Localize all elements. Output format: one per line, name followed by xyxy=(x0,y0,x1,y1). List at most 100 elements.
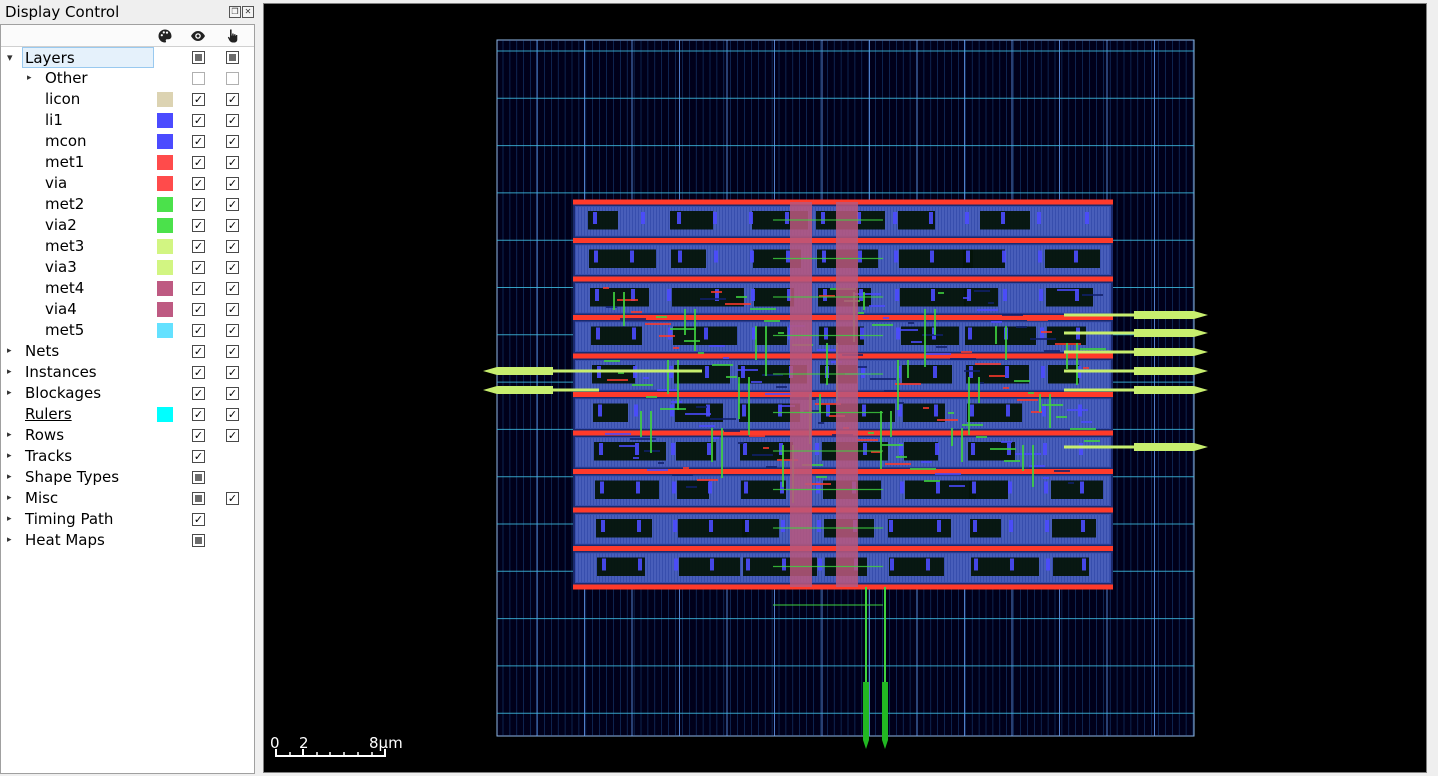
visible-checkbox[interactable]: ✓ xyxy=(192,135,205,148)
tree-row-other[interactable]: ▸ Other xyxy=(1,68,254,89)
visible-checkbox[interactable] xyxy=(192,471,205,484)
tree-row-li1[interactable]: li1 ✓ ✓ xyxy=(1,110,254,131)
pin-stub xyxy=(599,443,603,455)
selectable-checkbox[interactable]: ✓ xyxy=(226,240,239,253)
tree-row-tracks[interactable]: ▸ Tracks ✓ xyxy=(1,446,254,467)
tree-row-layers[interactable]: ▾ Layers xyxy=(1,47,254,68)
visible-checkbox[interactable]: ✓ xyxy=(192,156,205,169)
visible-checkbox[interactable]: ✓ xyxy=(192,408,205,421)
visible-checkbox[interactable]: ✓ xyxy=(192,513,205,526)
tree-row-met2[interactable]: met2 ✓ ✓ xyxy=(1,194,254,215)
collapsed-arrow-icon[interactable]: ▸ xyxy=(7,362,17,383)
collapsed-arrow-icon[interactable]: ▸ xyxy=(27,68,37,89)
color-swatch[interactable] xyxy=(157,239,173,254)
pin-stub xyxy=(745,520,749,532)
visible-checkbox[interactable] xyxy=(192,534,205,547)
visible-checkbox[interactable]: ✓ xyxy=(192,177,205,190)
color-swatch[interactable] xyxy=(157,113,173,128)
visible-checkbox[interactable]: ✓ xyxy=(192,387,205,400)
tree-row-rows[interactable]: ▸ Rows ✓ ✓ xyxy=(1,425,254,446)
selectable-checkbox[interactable]: ✓ xyxy=(226,135,239,148)
expanded-arrow-icon[interactable]: ▾ xyxy=(7,47,17,68)
tree-row-misc[interactable]: ▸ Misc ✓ xyxy=(1,488,254,509)
tree-row-met1[interactable]: met1 ✓ ✓ xyxy=(1,152,254,173)
visible-checkbox[interactable]: ✓ xyxy=(192,450,205,463)
collapsed-arrow-icon[interactable]: ▸ xyxy=(7,467,17,488)
color-swatch[interactable] xyxy=(157,176,173,191)
selectable-checkbox[interactable]: ✓ xyxy=(226,303,239,316)
selectable-checkbox[interactable] xyxy=(226,72,239,85)
tree-row-met3[interactable]: met3 ✓ ✓ xyxy=(1,236,254,257)
tree-row-timing-path[interactable]: ▸ Timing Path ✓ xyxy=(1,509,254,530)
visible-checkbox[interactable] xyxy=(192,492,205,505)
tree-row-rulers[interactable]: Rulers ✓ ✓ xyxy=(1,404,254,425)
visible-checkbox[interactable]: ✓ xyxy=(192,198,205,211)
tree-row-heat-maps[interactable]: ▸ Heat Maps xyxy=(1,530,254,551)
visible-checkbox[interactable]: ✓ xyxy=(192,429,205,442)
visible-checkbox[interactable] xyxy=(192,51,205,64)
selectable-checkbox[interactable] xyxy=(226,51,239,64)
selectable-checkbox[interactable]: ✓ xyxy=(226,219,239,232)
collapsed-arrow-icon[interactable]: ▸ xyxy=(7,488,17,509)
selectable-checkbox[interactable]: ✓ xyxy=(226,156,239,169)
collapsed-arrow-icon[interactable]: ▸ xyxy=(7,425,17,446)
route-segment xyxy=(700,298,726,300)
layout-viewer[interactable]: 0 2 8μm xyxy=(263,3,1427,773)
collapsed-arrow-icon[interactable]: ▸ xyxy=(7,530,17,551)
collapsed-arrow-icon[interactable]: ▸ xyxy=(7,383,17,404)
close-icon[interactable]: ✕ xyxy=(242,6,254,18)
selectable-checkbox[interactable]: ✓ xyxy=(226,429,239,442)
visible-checkbox[interactable]: ✓ xyxy=(192,240,205,253)
selectable-checkbox[interactable]: ✓ xyxy=(226,345,239,358)
tree-row-met4[interactable]: met4 ✓ ✓ xyxy=(1,278,254,299)
color-swatch[interactable] xyxy=(157,323,173,338)
collapsed-arrow-icon[interactable]: ▸ xyxy=(7,341,17,362)
selectable-checkbox[interactable]: ✓ xyxy=(226,93,239,106)
selectable-checkbox[interactable]: ✓ xyxy=(226,324,239,337)
color-swatch[interactable] xyxy=(157,197,173,212)
tree-row-instances[interactable]: ▸ Instances ✓ ✓ xyxy=(1,362,254,383)
selectable-checkbox[interactable]: ✓ xyxy=(226,261,239,274)
selectable-checkbox[interactable]: ✓ xyxy=(226,177,239,190)
visible-checkbox[interactable]: ✓ xyxy=(192,219,205,232)
selectable-checkbox[interactable]: ✓ xyxy=(226,198,239,211)
selectable-checkbox[interactable]: ✓ xyxy=(226,114,239,127)
visible-checkbox[interactable]: ✓ xyxy=(192,93,205,106)
visible-checkbox[interactable]: ✓ xyxy=(192,261,205,274)
tree-row-blockages[interactable]: ▸ Blockages ✓ ✓ xyxy=(1,383,254,404)
color-swatch[interactable] xyxy=(157,302,173,317)
color-swatch[interactable] xyxy=(157,281,173,296)
visible-checkbox[interactable]: ✓ xyxy=(192,345,205,358)
tree-row-via[interactable]: via ✓ ✓ xyxy=(1,173,254,194)
float-icon[interactable]: ❐ xyxy=(229,6,241,18)
tree-row-licon[interactable]: licon ✓ ✓ xyxy=(1,89,254,110)
collapsed-arrow-icon[interactable]: ▸ xyxy=(7,509,17,530)
visible-checkbox[interactable]: ✓ xyxy=(192,114,205,127)
color-swatch[interactable] xyxy=(157,407,173,422)
tree-row-mcon[interactable]: mcon ✓ ✓ xyxy=(1,131,254,152)
color-swatch[interactable] xyxy=(157,155,173,170)
visible-checkbox[interactable] xyxy=(192,72,205,85)
color-swatch[interactable] xyxy=(157,218,173,233)
color-swatch[interactable] xyxy=(157,260,173,275)
collapsed-arrow-icon[interactable]: ▸ xyxy=(7,446,17,467)
tree-row-via3[interactable]: via3 ✓ ✓ xyxy=(1,257,254,278)
selectable-checkbox[interactable]: ✓ xyxy=(226,492,239,505)
met2-vertical-route xyxy=(951,428,953,446)
layout-canvas[interactable]: 0 2 8μm xyxy=(264,4,1426,772)
selectable-checkbox[interactable]: ✓ xyxy=(226,408,239,421)
color-swatch[interactable] xyxy=(157,92,173,107)
visible-checkbox[interactable]: ✓ xyxy=(192,303,205,316)
selectable-checkbox[interactable]: ✓ xyxy=(226,387,239,400)
tree-row-nets[interactable]: ▸ Nets ✓ ✓ xyxy=(1,341,254,362)
selectable-checkbox[interactable]: ✓ xyxy=(226,282,239,295)
tree-row-shape-types[interactable]: ▸ Shape Types xyxy=(1,467,254,488)
selectable-checkbox[interactable]: ✓ xyxy=(226,366,239,379)
visible-checkbox[interactable]: ✓ xyxy=(192,366,205,379)
tree-row-met5[interactable]: met5 ✓ ✓ xyxy=(1,320,254,341)
visible-checkbox[interactable]: ✓ xyxy=(192,324,205,337)
tree-row-via4[interactable]: via4 ✓ ✓ xyxy=(1,299,254,320)
visible-checkbox[interactable]: ✓ xyxy=(192,282,205,295)
tree-row-via2[interactable]: via2 ✓ ✓ xyxy=(1,215,254,236)
color-swatch[interactable] xyxy=(157,134,173,149)
